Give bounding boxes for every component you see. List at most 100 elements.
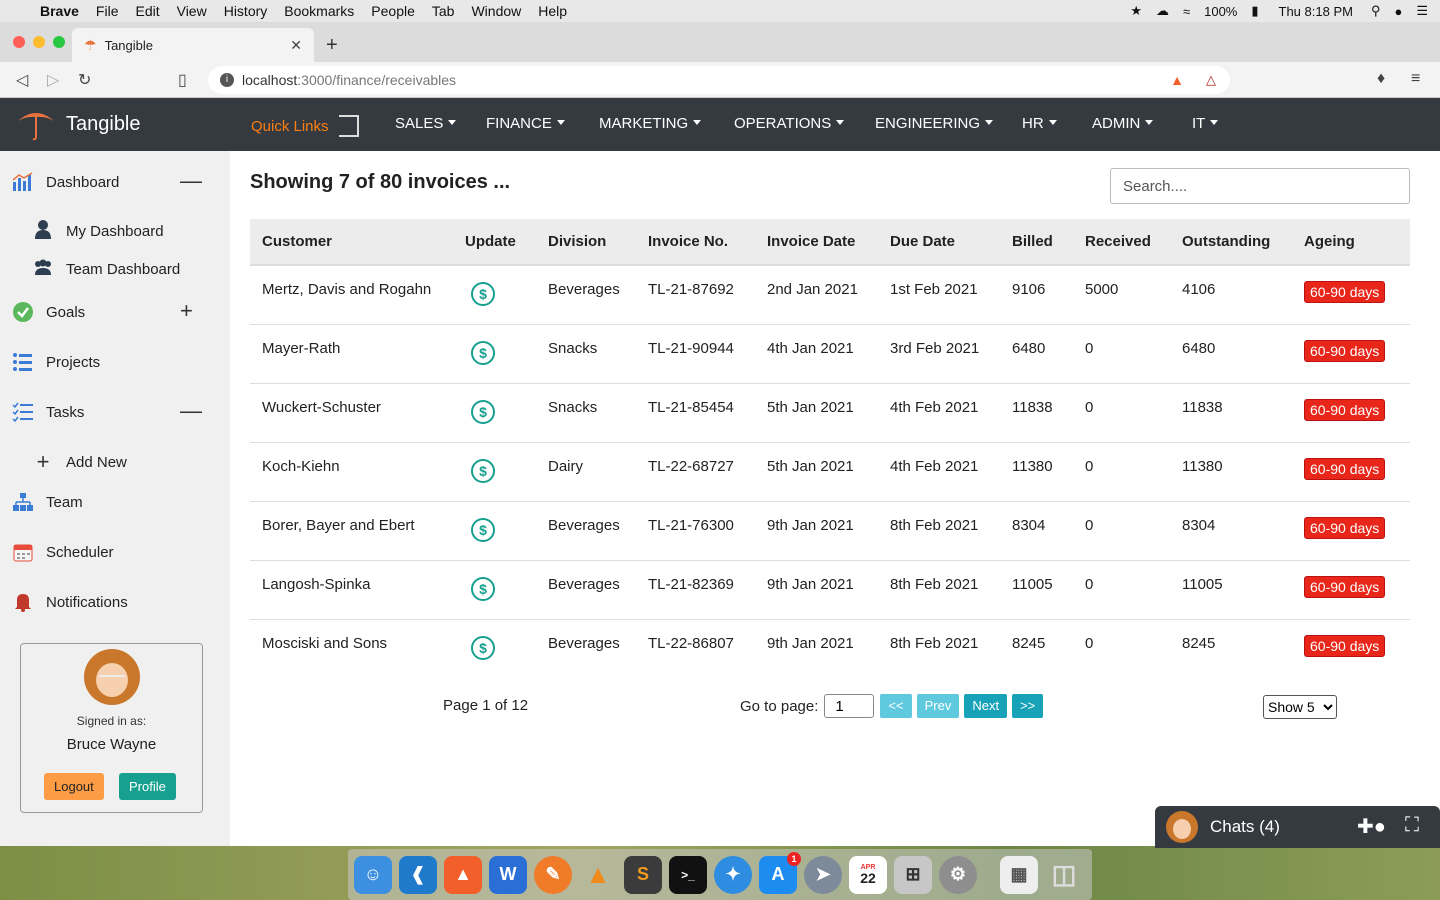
- reload-icon[interactable]: ↻: [78, 70, 91, 90]
- col-received[interactable]: Received: [1073, 219, 1170, 265]
- spotlight-icon[interactable]: ⚲: [1371, 3, 1381, 19]
- forward-icon[interactable]: ▷: [47, 70, 59, 90]
- update-payment-icon[interactable]: $: [471, 635, 495, 660]
- downloads-stack-icon[interactable]: ▦: [1000, 855, 1038, 894]
- last-page-button[interactable]: >>: [1012, 694, 1044, 718]
- trash-icon[interactable]: ◫: [1045, 856, 1083, 894]
- page-size-select[interactable]: Show 5: [1263, 695, 1337, 719]
- browser-tab-active[interactable]: ☂ Tangible ✕: [72, 28, 314, 62]
- sidebar-item-dashboard[interactable]: Dashboard: [12, 171, 119, 193]
- nav-menu-marketing[interactable]: MARKETING: [599, 115, 701, 132]
- clock[interactable]: Thu 8:18 PM: [1279, 4, 1353, 19]
- browser-menu-icon[interactable]: ≡: [1411, 70, 1420, 88]
- menubar-window[interactable]: Window: [471, 3, 521, 19]
- bookmark-icon[interactable]: ▯: [178, 70, 187, 90]
- update-payment-icon[interactable]: $: [471, 399, 495, 424]
- sidebar-item-goals[interactable]: Goals: [12, 301, 85, 323]
- finder-icon[interactable]: ☺: [354, 855, 392, 894]
- prev-page-button[interactable]: Prev: [916, 694, 960, 718]
- menubar-app-name[interactable]: Brave: [40, 3, 79, 19]
- logout-button[interactable]: Logout: [44, 773, 104, 800]
- battery-icon[interactable]: ▮: [1251, 3, 1258, 19]
- nav-menu-operations[interactable]: OPERATIONS: [734, 115, 844, 132]
- close-tab-icon[interactable]: ✕: [290, 37, 302, 54]
- sidebar-subitem-team-dashboard[interactable]: Team Dashboard: [32, 259, 180, 279]
- menubar-edit[interactable]: Edit: [135, 3, 159, 19]
- menubar-help[interactable]: Help: [538, 3, 567, 19]
- col-update[interactable]: Update: [453, 219, 536, 265]
- launchpad-icon[interactable]: ➤: [804, 855, 842, 894]
- terminal-icon[interactable]: >_: [669, 855, 707, 894]
- evernote-icon[interactable]: ★: [1130, 3, 1142, 19]
- brave-shields-icon[interactable]: ▲: [1170, 72, 1184, 88]
- col-division[interactable]: Division: [536, 219, 636, 265]
- col-ageing[interactable]: Ageing: [1292, 219, 1410, 265]
- goto-page-input[interactable]: [824, 694, 875, 718]
- nav-menu-it[interactable]: IT: [1192, 115, 1218, 132]
- menubar-tab[interactable]: Tab: [432, 3, 455, 19]
- site-info-icon[interactable]: i: [220, 73, 234, 87]
- sidebar-subitem-my-dashboard[interactable]: My Dashboard: [32, 219, 164, 243]
- nav-menu-finance[interactable]: FINANCE: [486, 115, 565, 132]
- word-icon[interactable]: W: [489, 855, 527, 894]
- add-user-icon[interactable]: ✚●: [1357, 814, 1386, 839]
- col-outstanding[interactable]: Outstanding: [1170, 219, 1292, 265]
- update-payment-icon[interactable]: $: [471, 576, 495, 601]
- search-input[interactable]: [1110, 168, 1410, 204]
- brave-rewards-icon[interactable]: △: [1206, 72, 1216, 88]
- sidebar-item-scheduler[interactable]: Scheduler: [12, 541, 114, 563]
- col-invoice-no[interactable]: Invoice No.: [636, 219, 755, 265]
- col-invoice-date[interactable]: Invoice Date: [755, 219, 878, 265]
- siri-icon[interactable]: ●: [1394, 4, 1402, 19]
- sidebar-subitem-add-new[interactable]: + Add New: [32, 449, 127, 475]
- vlc-icon[interactable]: ▲: [579, 856, 617, 894]
- next-page-button[interactable]: Next: [964, 694, 1008, 718]
- update-payment-icon[interactable]: $: [471, 458, 495, 483]
- sidebar-item-projects[interactable]: Projects: [12, 351, 100, 373]
- extensions-icon[interactable]: ♦: [1377, 70, 1385, 88]
- update-payment-icon[interactable]: $: [471, 517, 495, 542]
- col-billed[interactable]: Billed: [1000, 219, 1073, 265]
- sidebar-item-tasks[interactable]: Tasks: [12, 401, 84, 423]
- vscode-icon[interactable]: ❰: [399, 855, 437, 894]
- menubar-history[interactable]: History: [224, 3, 268, 19]
- nav-menu-engineering[interactable]: ENGINEERING: [875, 115, 993, 132]
- menubar-view[interactable]: View: [177, 3, 207, 19]
- brave-icon[interactable]: ▲: [444, 855, 482, 894]
- pencil-app-icon[interactable]: ✎: [534, 855, 572, 894]
- collapse-dashboard-icon[interactable]: —: [180, 168, 202, 194]
- zoom-window-button[interactable]: [53, 36, 65, 48]
- menubar-bookmarks[interactable]: Bookmarks: [284, 3, 354, 19]
- first-page-button[interactable]: <<: [880, 694, 912, 718]
- sublime-icon[interactable]: S: [624, 855, 662, 894]
- profile-button[interactable]: Profile: [119, 773, 176, 800]
- cloud-icon[interactable]: ☁: [1156, 3, 1169, 19]
- menubar-people[interactable]: People: [371, 3, 415, 19]
- address-bar[interactable]: i localhost:3000/finance/receivables ▲ △: [208, 66, 1230, 94]
- collapse-tasks-icon[interactable]: —: [180, 398, 202, 424]
- back-icon[interactable]: ◁: [16, 70, 28, 90]
- calculator-icon[interactable]: ⊞: [894, 855, 932, 894]
- safari-icon[interactable]: ✦: [714, 855, 752, 894]
- chat-widget[interactable]: Chats (4) ✚● ⛶: [1155, 806, 1440, 848]
- fullscreen-icon[interactable]: ⛶: [1405, 814, 1419, 837]
- update-payment-icon[interactable]: $: [471, 340, 495, 365]
- battery-text[interactable]: 100%: [1204, 4, 1237, 19]
- new-tab-icon[interactable]: +: [326, 34, 338, 57]
- expand-goals-icon[interactable]: +: [180, 298, 193, 324]
- nav-menu-admin[interactable]: ADMIN: [1092, 115, 1153, 132]
- brand-logo[interactable]: Tangible: [16, 107, 141, 141]
- close-window-button[interactable]: [13, 36, 25, 48]
- wifi-icon[interactable]: ≈: [1183, 4, 1190, 19]
- quick-links-button[interactable]: Quick Links: [251, 115, 359, 137]
- notification-center-icon[interactable]: ☰: [1416, 3, 1428, 19]
- system-preferences-icon[interactable]: ⚙: [939, 855, 977, 894]
- sidebar-item-notifications[interactable]: Notifications: [12, 591, 128, 613]
- nav-menu-hr[interactable]: HR: [1022, 115, 1057, 132]
- menubar-file[interactable]: File: [96, 3, 119, 19]
- sidebar-item-team[interactable]: Team: [12, 491, 83, 513]
- app-store-icon[interactable]: A1: [759, 851, 801, 894]
- update-payment-icon[interactable]: $: [471, 282, 495, 306]
- col-customer[interactable]: Customer: [250, 219, 453, 265]
- calendar-app-icon[interactable]: APR 22: [849, 855, 887, 894]
